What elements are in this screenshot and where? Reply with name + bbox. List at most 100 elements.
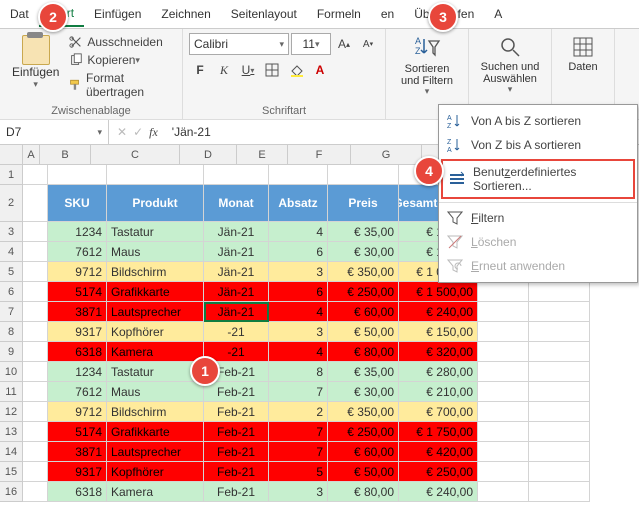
cell-prod[interactable]: Grafikkarte	[107, 422, 204, 442]
paste-button[interactable]: Einfügen ▾	[6, 33, 65, 92]
bold-button[interactable]: F	[189, 59, 211, 81]
cell[interactable]	[269, 165, 328, 185]
cell-preis[interactable]: € 30,00	[328, 242, 399, 262]
row-header[interactable]: 4	[0, 242, 23, 262]
cell-umsatz[interactable]: € 150,00	[399, 322, 478, 342]
row-header[interactable]: 10	[0, 362, 23, 382]
increase-font-button[interactable]: A▴	[333, 33, 355, 55]
col-header-G[interactable]: G	[351, 145, 422, 165]
cell-prod[interactable]: Kamera	[107, 482, 204, 502]
cell-preis[interactable]: € 350,00	[328, 402, 399, 422]
col-header-E[interactable]: E	[237, 145, 288, 165]
data-analysis-button[interactable]: Daten	[564, 33, 601, 75]
cell-preis[interactable]: € 50,00	[328, 322, 399, 342]
name-box[interactable]: D7▾	[0, 120, 109, 144]
formula-input[interactable]: 'Jän-21	[166, 125, 217, 139]
font-name-combo[interactable]: Calibri▾	[189, 33, 289, 55]
cell-prod[interactable]: Bildschirm	[107, 262, 204, 282]
row-header[interactable]: 13	[0, 422, 23, 442]
cell-month[interactable]: Feb-21	[204, 422, 269, 442]
cell[interactable]	[478, 322, 529, 342]
cell[interactable]	[478, 462, 529, 482]
cell-absatz[interactable]: 6	[269, 242, 328, 262]
cell-umsatz[interactable]: € 240,00	[399, 482, 478, 502]
tab-draw[interactable]: Zeichnen	[151, 2, 220, 26]
cell-sku[interactable]: 1234	[48, 362, 107, 382]
sort-asc-item[interactable]: AZ Von A bis Z sortieren	[439, 109, 637, 133]
row-header[interactable]: 5	[0, 262, 23, 282]
filter-item[interactable]: Filtern	[439, 206, 637, 230]
cell[interactable]	[478, 422, 529, 442]
cell-preis[interactable]: € 250,00	[328, 422, 399, 442]
cell-sku[interactable]: 9712	[48, 402, 107, 422]
col-header-A[interactable]: A	[23, 145, 40, 165]
cell-umsatz[interactable]: € 240,00	[399, 302, 478, 322]
cell-absatz[interactable]: 4	[269, 302, 328, 322]
cell-sku[interactable]: 9317	[48, 462, 107, 482]
row-header[interactable]: 15	[0, 462, 23, 482]
cell-umsatz[interactable]: € 420,00	[399, 442, 478, 462]
cell-month[interactable]: Jän-21	[204, 222, 269, 242]
th-sku[interactable]: SKU	[48, 185, 107, 222]
row-header[interactable]: 3	[0, 222, 23, 242]
cell[interactable]	[478, 342, 529, 362]
col-header-B[interactable]: B	[40, 145, 91, 165]
col-header-F[interactable]: F	[288, 145, 351, 165]
cell-umsatz[interactable]: € 320,00	[399, 342, 478, 362]
cell[interactable]	[23, 165, 48, 185]
cell-prod[interactable]: Bildschirm	[107, 402, 204, 422]
cell[interactable]	[478, 482, 529, 502]
cell-month[interactable]: Feb-21	[204, 442, 269, 462]
cell[interactable]	[478, 362, 529, 382]
cell-prod[interactable]: Kamera	[107, 342, 204, 362]
cell-absatz[interactable]: 5	[269, 462, 328, 482]
cell[interactable]	[529, 342, 590, 362]
borders-button[interactable]	[261, 59, 283, 81]
copy-button[interactable]: Kopieren ▾	[69, 51, 176, 69]
cell[interactable]	[23, 482, 48, 502]
row-header[interactable]: 1	[0, 165, 23, 185]
select-all-corner[interactable]	[0, 145, 23, 165]
cell-umsatz[interactable]: € 700,00	[399, 402, 478, 422]
col-header-D[interactable]: D	[180, 145, 237, 165]
tab-formulas[interactable]: Formeln	[307, 2, 371, 26]
tab-data[interactable]: en	[371, 2, 404, 26]
cell-absatz[interactable]: 3	[269, 322, 328, 342]
format-painter-button[interactable]: Format übertragen	[69, 69, 176, 101]
cell-absatz[interactable]: 7	[269, 382, 328, 402]
row-header[interactable]: 9	[0, 342, 23, 362]
col-header-C[interactable]: C	[91, 145, 180, 165]
underline-button[interactable]: U▾	[237, 59, 259, 81]
cell-preis[interactable]: € 35,00	[328, 222, 399, 242]
cell-sku[interactable]: 6318	[48, 342, 107, 362]
cell[interactable]	[23, 462, 48, 482]
cell[interactable]	[478, 282, 529, 302]
cell[interactable]	[23, 242, 48, 262]
th-preis[interactable]: Preis	[328, 185, 399, 222]
tab-file[interactable]: Dat	[0, 2, 39, 26]
cell-preis[interactable]: € 50,00	[328, 462, 399, 482]
cell-sku[interactable]: 1234	[48, 222, 107, 242]
cell-preis[interactable]: € 250,00	[328, 282, 399, 302]
cell[interactable]	[23, 282, 48, 302]
cell[interactable]	[23, 422, 48, 442]
find-select-button[interactable]: Suchen und Auswählen▾	[475, 33, 545, 97]
cell-umsatz[interactable]: € 1 750,00	[399, 422, 478, 442]
cell-umsatz[interactable]: € 250,00	[399, 462, 478, 482]
sort-desc-item[interactable]: ZA Von Z bis A sortieren	[439, 133, 637, 157]
cell-sku[interactable]: 5174	[48, 282, 107, 302]
cancel-formula-icon[interactable]: ✕	[117, 125, 127, 139]
cell-absatz[interactable]: 4	[269, 342, 328, 362]
cell-sku[interactable]: 7612	[48, 242, 107, 262]
cell-prod[interactable]: Maus	[107, 382, 204, 402]
cell[interactable]	[23, 185, 48, 222]
row-header[interactable]: 7	[0, 302, 23, 322]
fill-color-button[interactable]	[285, 59, 307, 81]
cell-prod[interactable]: Lautsprecher	[107, 442, 204, 462]
cell-absatz[interactable]: 7	[269, 422, 328, 442]
cell-sku[interactable]: 3871	[48, 302, 107, 322]
th-produkt[interactable]: Produkt	[107, 185, 204, 222]
row-header[interactable]: 12	[0, 402, 23, 422]
cell[interactable]	[23, 262, 48, 282]
cut-button[interactable]: Ausschneiden	[69, 33, 176, 51]
